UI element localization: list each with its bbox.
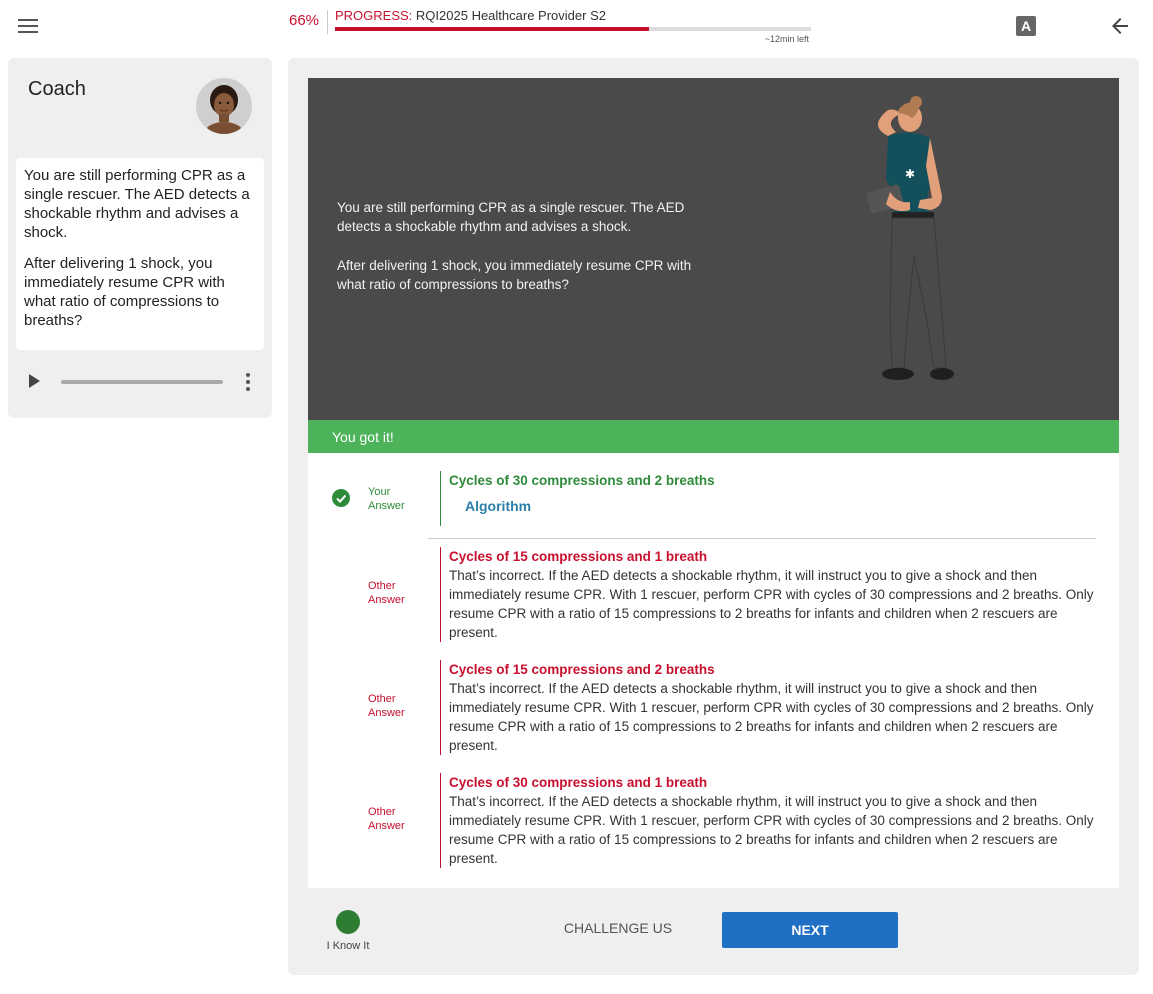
answer-title: Cycles of 15 compressions and 2 breaths: [449, 662, 715, 677]
time-left: ~12min left: [764, 34, 809, 44]
answer-explanation: That’s incorrect. If the AED detects a s…: [449, 681, 1094, 753]
answer-body: Cycles of 30 compressions and 1 breath T…: [440, 773, 1099, 868]
answer-explanation: That’s incorrect. If the AED detects a s…: [449, 794, 1094, 866]
scenario-scene: You are still performing CPR as a single…: [308, 78, 1119, 420]
scenario-text-2: After delivering 1 shock, you immediatel…: [337, 258, 692, 292]
algorithm-link[interactable]: Algorithm: [465, 498, 531, 514]
hamburger-menu-icon[interactable]: [18, 19, 38, 33]
progress-divider: [327, 10, 328, 34]
coach-message-1: You are still performing CPR as a single…: [24, 167, 250, 241]
scenario-text: You are still performing CPR as a single…: [337, 198, 707, 314]
answer-explanation: That’s incorrect. If the AED detects a s…: [449, 568, 1094, 640]
answer-tag: Other Answer: [368, 693, 405, 719]
svg-text:✱: ✱: [905, 167, 915, 181]
answer-tag: Other Answer: [368, 806, 405, 832]
answer-title: Cycles of 30 compressions and 2 breaths: [449, 473, 715, 488]
answer-separator: [428, 538, 1096, 539]
progress-header: 66% PROGRESS: RQI2025 Healthcare Provide…: [289, 8, 811, 46]
progress-bar-fill: [335, 27, 650, 31]
coach-panel: Coach You are still performing CPR as a …: [8, 58, 272, 418]
answer-body: Cycles of 15 compressions and 1 breath T…: [440, 547, 1099, 642]
progress-label: PROGRESS: RQI2025 Healthcare Provider S2: [335, 8, 606, 23]
answer-tag: Your Answer: [368, 486, 405, 512]
course-title: RQI2025 Healthcare Provider S2: [415, 8, 606, 23]
i-know-it-label: I Know It: [326, 940, 370, 952]
arrow-left-icon[interactable]: [1108, 14, 1132, 38]
scenario-text-1: You are still performing CPR as a single…: [337, 200, 685, 234]
coach-message-bubble: You are still performing CPR as a single…: [16, 158, 264, 350]
audio-scrubber[interactable]: [61, 380, 223, 384]
answer-list: Your Answer Cycles of 30 compressions an…: [308, 453, 1119, 888]
check-circle-icon: [332, 489, 350, 507]
font-size-button[interactable]: A: [1016, 16, 1036, 36]
progress-percent: 66%: [289, 12, 320, 29]
answer-body: Cycles of 15 compressions and 2 breaths …: [440, 660, 1099, 755]
progress-bar: [335, 27, 811, 31]
answer-title: Cycles of 15 compressions and 1 breath: [449, 549, 708, 564]
answer-body: Cycles of 30 compressions and 2 breaths …: [440, 471, 715, 526]
challenge-us-button[interactable]: CHALLENGE US: [558, 920, 678, 936]
coach-portrait-icon: [196, 78, 252, 134]
coach-title: Coach: [28, 78, 86, 100]
main-panel: You are still performing CPR as a single…: [288, 58, 1139, 975]
i-know-it-toggle[interactable]: [336, 910, 360, 934]
coach-avatar: [196, 78, 252, 134]
coach-message-2: After delivering 1 shock, you immediatel…: [24, 255, 225, 329]
progress-label-key: PROGRESS:: [335, 8, 413, 23]
more-vertical-icon[interactable]: [242, 371, 254, 393]
play-icon[interactable]: [26, 373, 42, 389]
answer-tag: Other Answer: [368, 580, 405, 606]
answer-title: Cycles of 30 compressions and 1 breath: [449, 775, 708, 790]
rescuer-illustration: ✱: [866, 96, 954, 380]
next-button[interactable]: NEXT: [722, 912, 898, 948]
feedback-banner: You got it!: [308, 420, 1119, 453]
